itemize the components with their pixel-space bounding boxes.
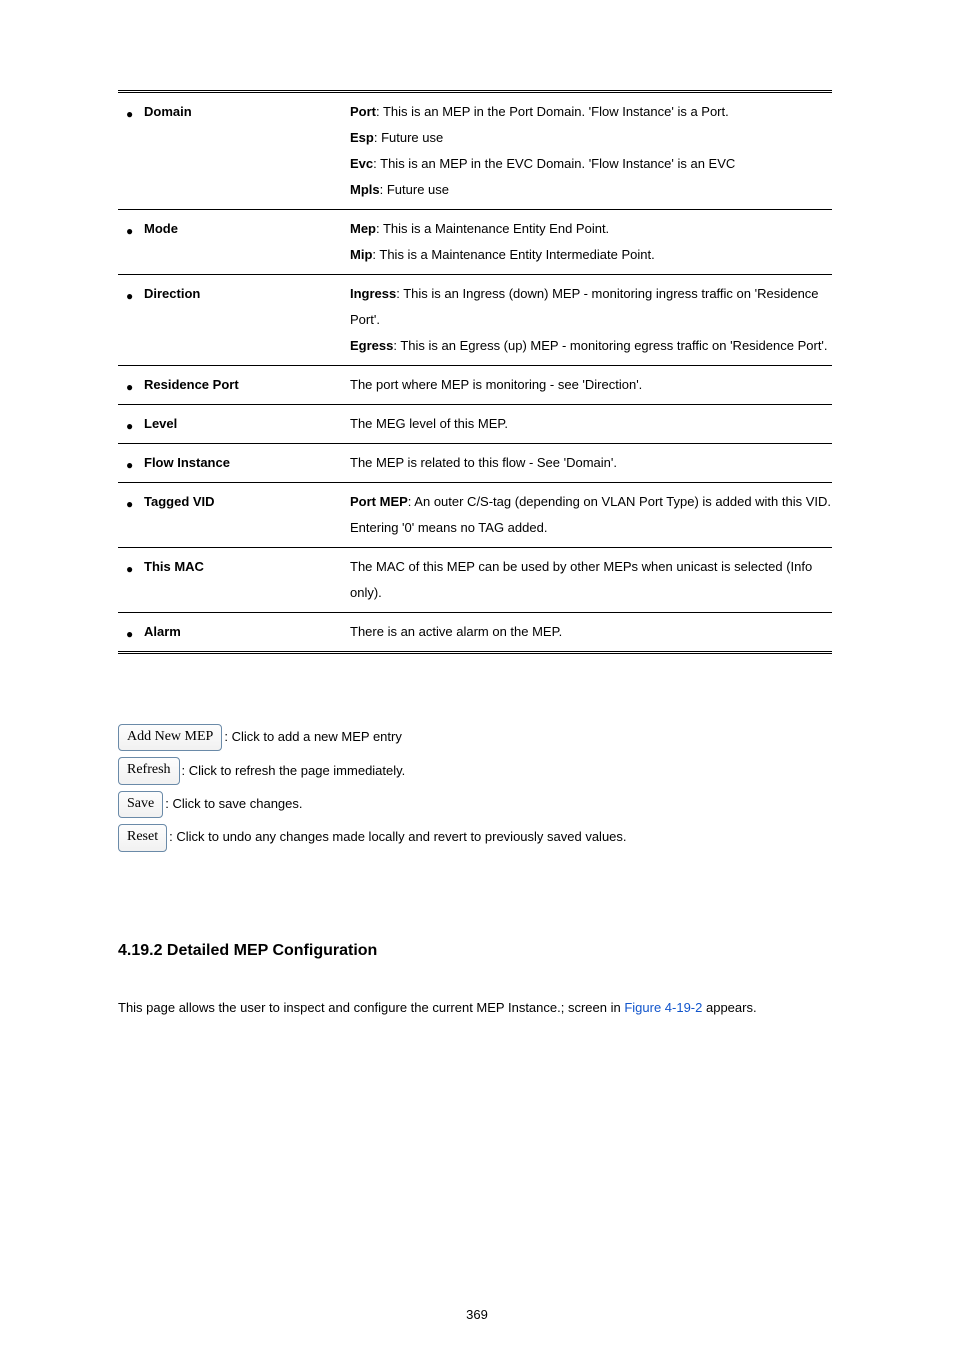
param-term: Port [350,104,376,119]
param-description-line: Mip: This is a Maintenance Entity Interm… [350,242,832,268]
param-label: Domain [144,99,340,125]
param-description-cell: The MAC of this MEP can be used by other… [348,548,832,613]
button-description-text: : Click to undo any changes made locally… [169,827,626,848]
param-term: Mep [350,221,376,236]
param-description-line: The MEG level of this MEP. [350,411,832,437]
param-term: Egress [350,338,393,353]
param-description-line: The MAC of this MEP can be used by other… [350,554,832,606]
param-label-cell: ●Alarm [118,613,348,653]
button-description-text: : Click to add a new MEP entry [224,727,402,748]
param-term: Evc [350,156,373,171]
parameters-table: ●DomainPort: This is an MEP in the Port … [118,90,832,654]
param-label-cell: ●Domain [118,92,348,210]
param-label-cell: ●This MAC [118,548,348,613]
param-description-cell: The MEG level of this MEP. [348,405,832,444]
bullet-icon: ● [126,290,144,302]
bullet-icon: ● [126,459,144,471]
param-description-line: The port where MEP is monitoring - see '… [350,372,832,398]
section-intro: This page allows the user to inspect and… [118,1000,836,1015]
param-description-line: Egress: This is an Egress (up) MEP - mon… [350,333,832,359]
bullet-icon: ● [126,108,144,120]
button-description-line: Add New MEP: Click to add a new MEP entr… [118,724,836,751]
bullet-icon: ● [126,420,144,432]
buttons-section: Add New MEP: Click to add a new MEP entr… [118,724,836,852]
param-label: This MAC [144,554,340,580]
button-description-text: : Click to refresh the page immediately. [182,761,406,782]
param-label: Residence Port [144,372,340,398]
param-description-line: Port: This is an MEP in the Port Domain.… [350,99,832,125]
param-term: Ingress [350,286,396,301]
param-description-cell: There is an active alarm on the MEP. [348,613,832,653]
param-description-cell: Ingress: This is an Ingress (down) MEP -… [348,275,832,366]
param-label-cell: ●Tagged VID [118,483,348,548]
param-label-cell: ●Level [118,405,348,444]
param-term: Port MEP [350,494,408,509]
bullet-icon: ● [126,628,144,640]
bullet-icon: ● [126,381,144,393]
param-description-line: Entering '0' means no TAG added. [350,515,832,541]
param-label: Mode [144,216,340,242]
param-description-cell: Port MEP: An outer C/S-tag (depending on… [348,483,832,548]
param-term: Esp [350,130,374,145]
refresh-button[interactable]: Refresh [118,757,180,784]
param-label: Direction [144,281,340,307]
button-description-text: : Click to save changes. [165,794,302,815]
param-label-cell: ●Flow Instance [118,444,348,483]
param-description-line: Port MEP: An outer C/S-tag (depending on… [350,489,832,515]
param-description-line: Evc: This is an MEP in the EVC Domain. '… [350,151,832,177]
param-description-line: Esp: Future use [350,125,832,151]
param-description-cell: The port where MEP is monitoring - see '… [348,366,832,405]
page-number: 369 [0,1307,954,1322]
add-new-mep-button[interactable]: Add New MEP [118,724,222,751]
param-term: Mip [350,247,372,262]
param-label: Flow Instance [144,450,340,476]
save-button[interactable]: Save [118,791,163,818]
button-description-line: Refresh: Click to refresh the page immed… [118,757,836,784]
param-label: Alarm [144,619,340,645]
intro-text-prefix: This page allows the user to inspect and… [118,1000,624,1015]
section-heading: 4.19.2 Detailed MEP Configuration [118,942,836,960]
bullet-icon: ● [126,225,144,237]
param-label: Level [144,411,340,437]
intro-text-suffix: appears. [702,1000,756,1015]
param-description-cell: Port: This is an MEP in the Port Domain.… [348,92,832,210]
param-label-cell: ●Residence Port [118,366,348,405]
param-label: Tagged VID [144,489,340,515]
param-description-cell: Mep: This is a Maintenance Entity End Po… [348,210,832,275]
param-label-cell: ●Direction [118,275,348,366]
param-description-line: The MEP is related to this flow - See 'D… [350,450,832,476]
bullet-icon: ● [126,498,144,510]
button-description-line: Save: Click to save changes. [118,791,836,818]
param-description-line: Mep: This is a Maintenance Entity End Po… [350,216,832,242]
param-term: Mpls [350,182,380,197]
param-description-cell: The MEP is related to this flow - See 'D… [348,444,832,483]
button-description-line: Reset: Click to undo any changes made lo… [118,824,836,851]
reset-button[interactable]: Reset [118,824,167,851]
figure-reference-link[interactable]: Figure 4-19-2 [624,1000,702,1015]
param-description-line: Ingress: This is an Ingress (down) MEP -… [350,281,832,333]
param-description-line: There is an active alarm on the MEP. [350,619,832,645]
bullet-icon: ● [126,563,144,575]
param-label-cell: ●Mode [118,210,348,275]
param-description-line: Mpls: Future use [350,177,832,203]
